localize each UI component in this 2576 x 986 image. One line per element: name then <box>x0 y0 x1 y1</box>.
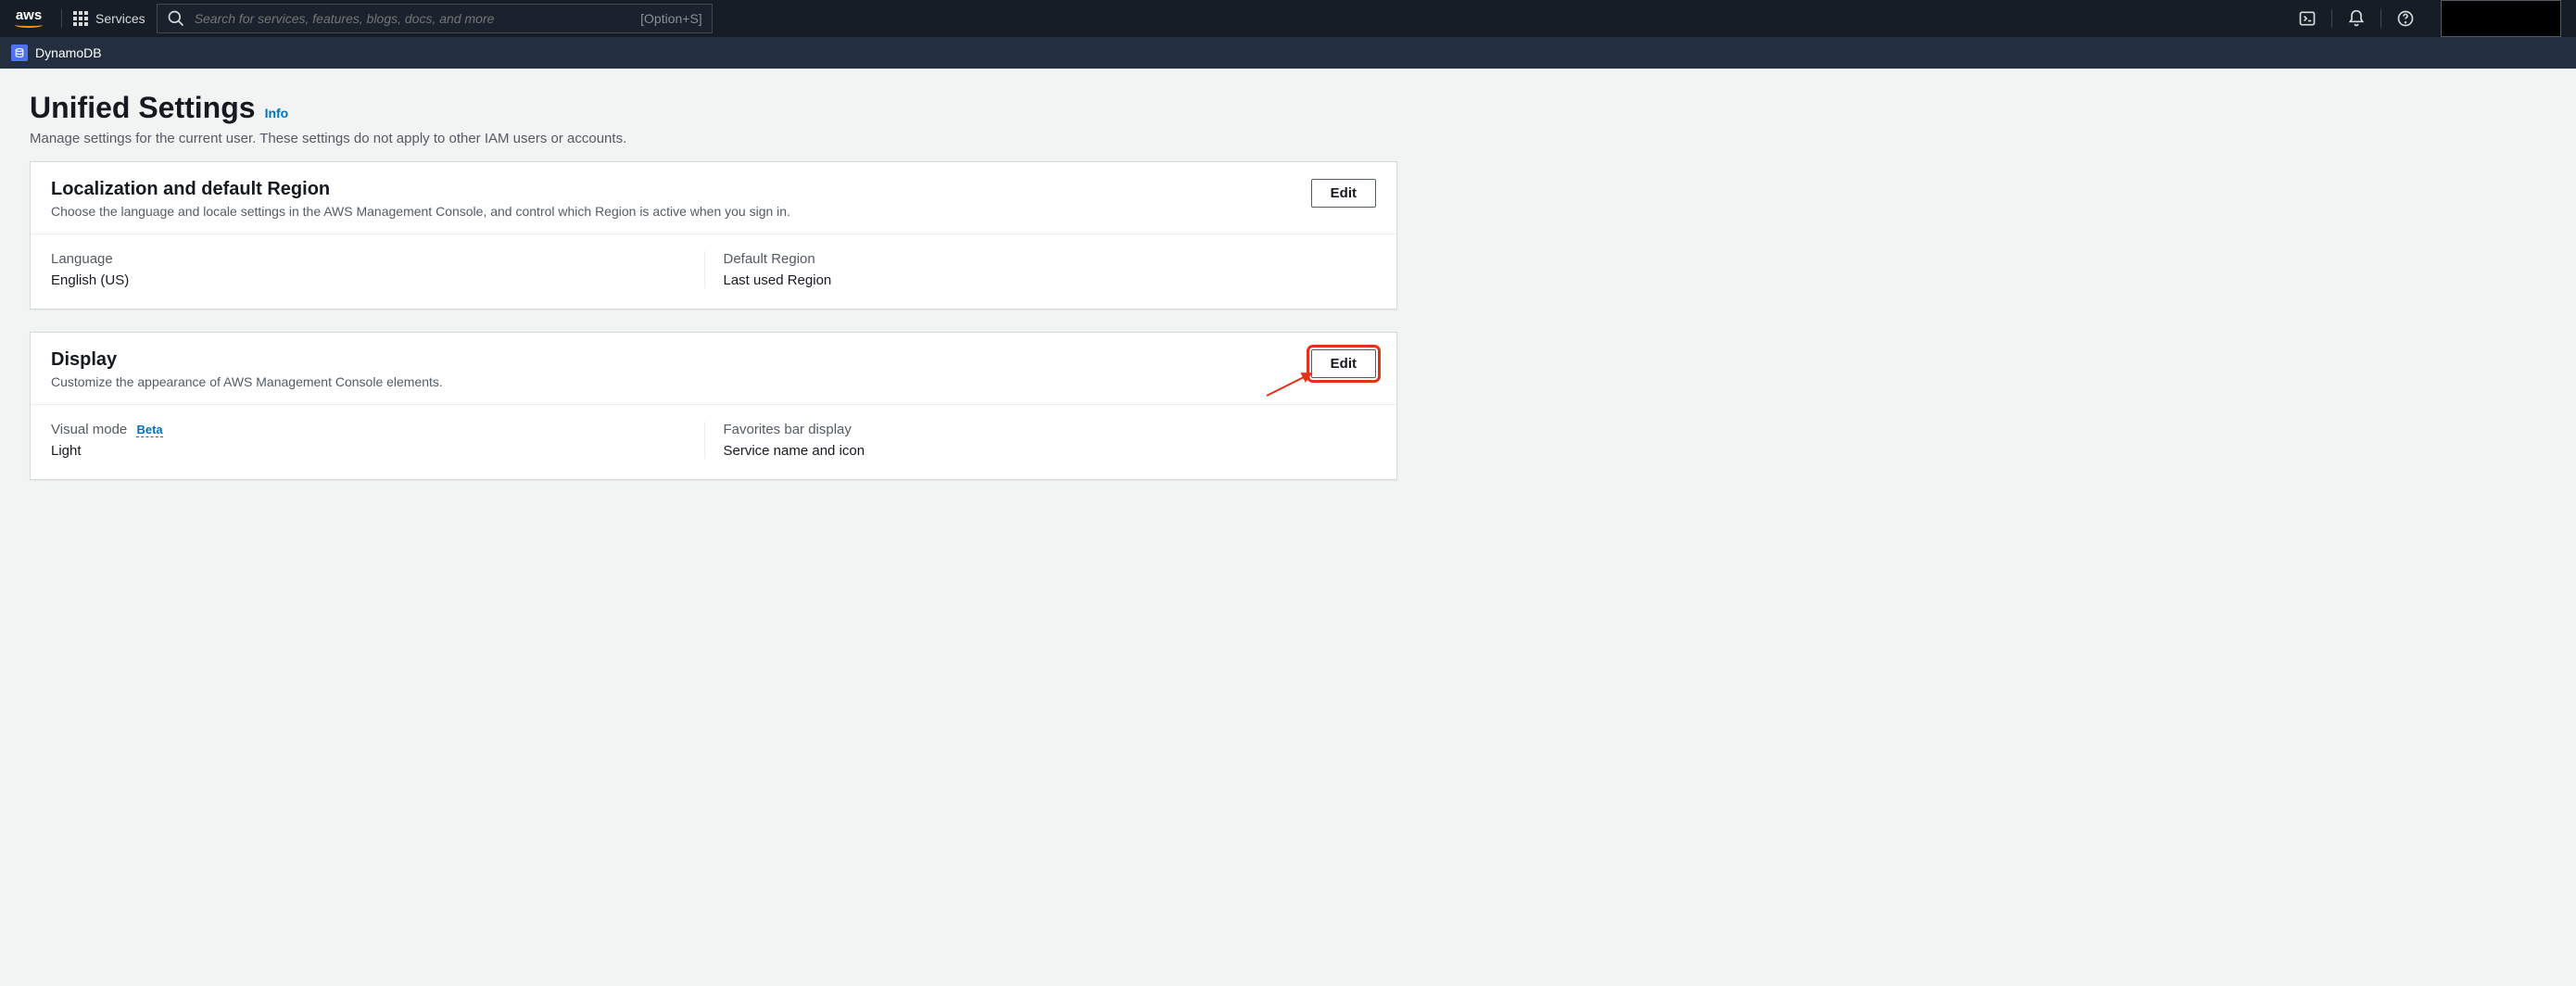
favorites-value: Service name and icon <box>724 443 1358 459</box>
language-field: Language English (US) <box>51 251 704 288</box>
edit-localization-button[interactable]: Edit <box>1311 179 1376 208</box>
language-label: Language <box>51 251 686 267</box>
services-menu-button[interactable]: Services <box>73 11 145 26</box>
favorites-label: Favorites bar display <box>724 422 1358 437</box>
cloudshell-icon[interactable] <box>2298 9 2317 28</box>
visual-mode-field: Visual mode Beta Light <box>51 422 704 459</box>
main-content: Unified Settings Info Manage settings fo… <box>0 69 1427 525</box>
favorites-field: Favorites bar display Service name and i… <box>704 422 1377 459</box>
display-panel: Display Customize the appearance of AWS … <box>30 332 1397 480</box>
visual-mode-label: Visual mode Beta <box>51 422 686 437</box>
services-label: Services <box>95 11 145 26</box>
topnav-right <box>2298 0 2561 37</box>
language-value: English (US) <box>51 272 686 288</box>
aws-logo[interactable]: aws <box>15 9 43 28</box>
edit-display-button[interactable]: Edit <box>1311 349 1376 378</box>
divider <box>2380 9 2381 28</box>
account-region-section[interactable] <box>2441 0 2561 37</box>
grid-icon <box>73 11 88 26</box>
help-icon[interactable] <box>2396 9 2415 28</box>
divider <box>2331 9 2332 28</box>
breadcrumb-service[interactable]: DynamoDB <box>35 45 102 60</box>
region-label: Default Region <box>724 251 1358 267</box>
info-link[interactable]: Info <box>265 106 289 120</box>
search-box[interactable]: [Option+S] <box>157 4 713 33</box>
beta-badge[interactable]: Beta <box>136 423 162 437</box>
divider <box>61 9 62 28</box>
visual-mode-value: Light <box>51 443 686 459</box>
top-nav: aws Services [Option+S] <box>0 0 2576 37</box>
localization-desc: Choose the language and locale settings … <box>51 204 790 219</box>
search-input[interactable] <box>195 11 631 26</box>
page-header: Unified Settings Info Manage settings fo… <box>30 91 1397 146</box>
region-value: Last used Region <box>724 272 1358 288</box>
breadcrumb-bar: DynamoDB <box>0 37 2576 69</box>
display-title: Display <box>51 349 443 371</box>
search-kbd-hint: [Option+S] <box>640 11 702 26</box>
localization-title: Localization and default Region <box>51 179 790 200</box>
search-icon <box>167 9 185 28</box>
display-desc: Customize the appearance of AWS Manageme… <box>51 374 443 389</box>
page-subtitle: Manage settings for the current user. Th… <box>30 131 1397 146</box>
notifications-icon[interactable] <box>2347 9 2366 28</box>
region-field: Default Region Last used Region <box>704 251 1377 288</box>
page-title: Unified Settings <box>30 91 256 125</box>
localization-panel: Localization and default Region Choose t… <box>30 161 1397 310</box>
dynamodb-icon <box>11 44 28 61</box>
